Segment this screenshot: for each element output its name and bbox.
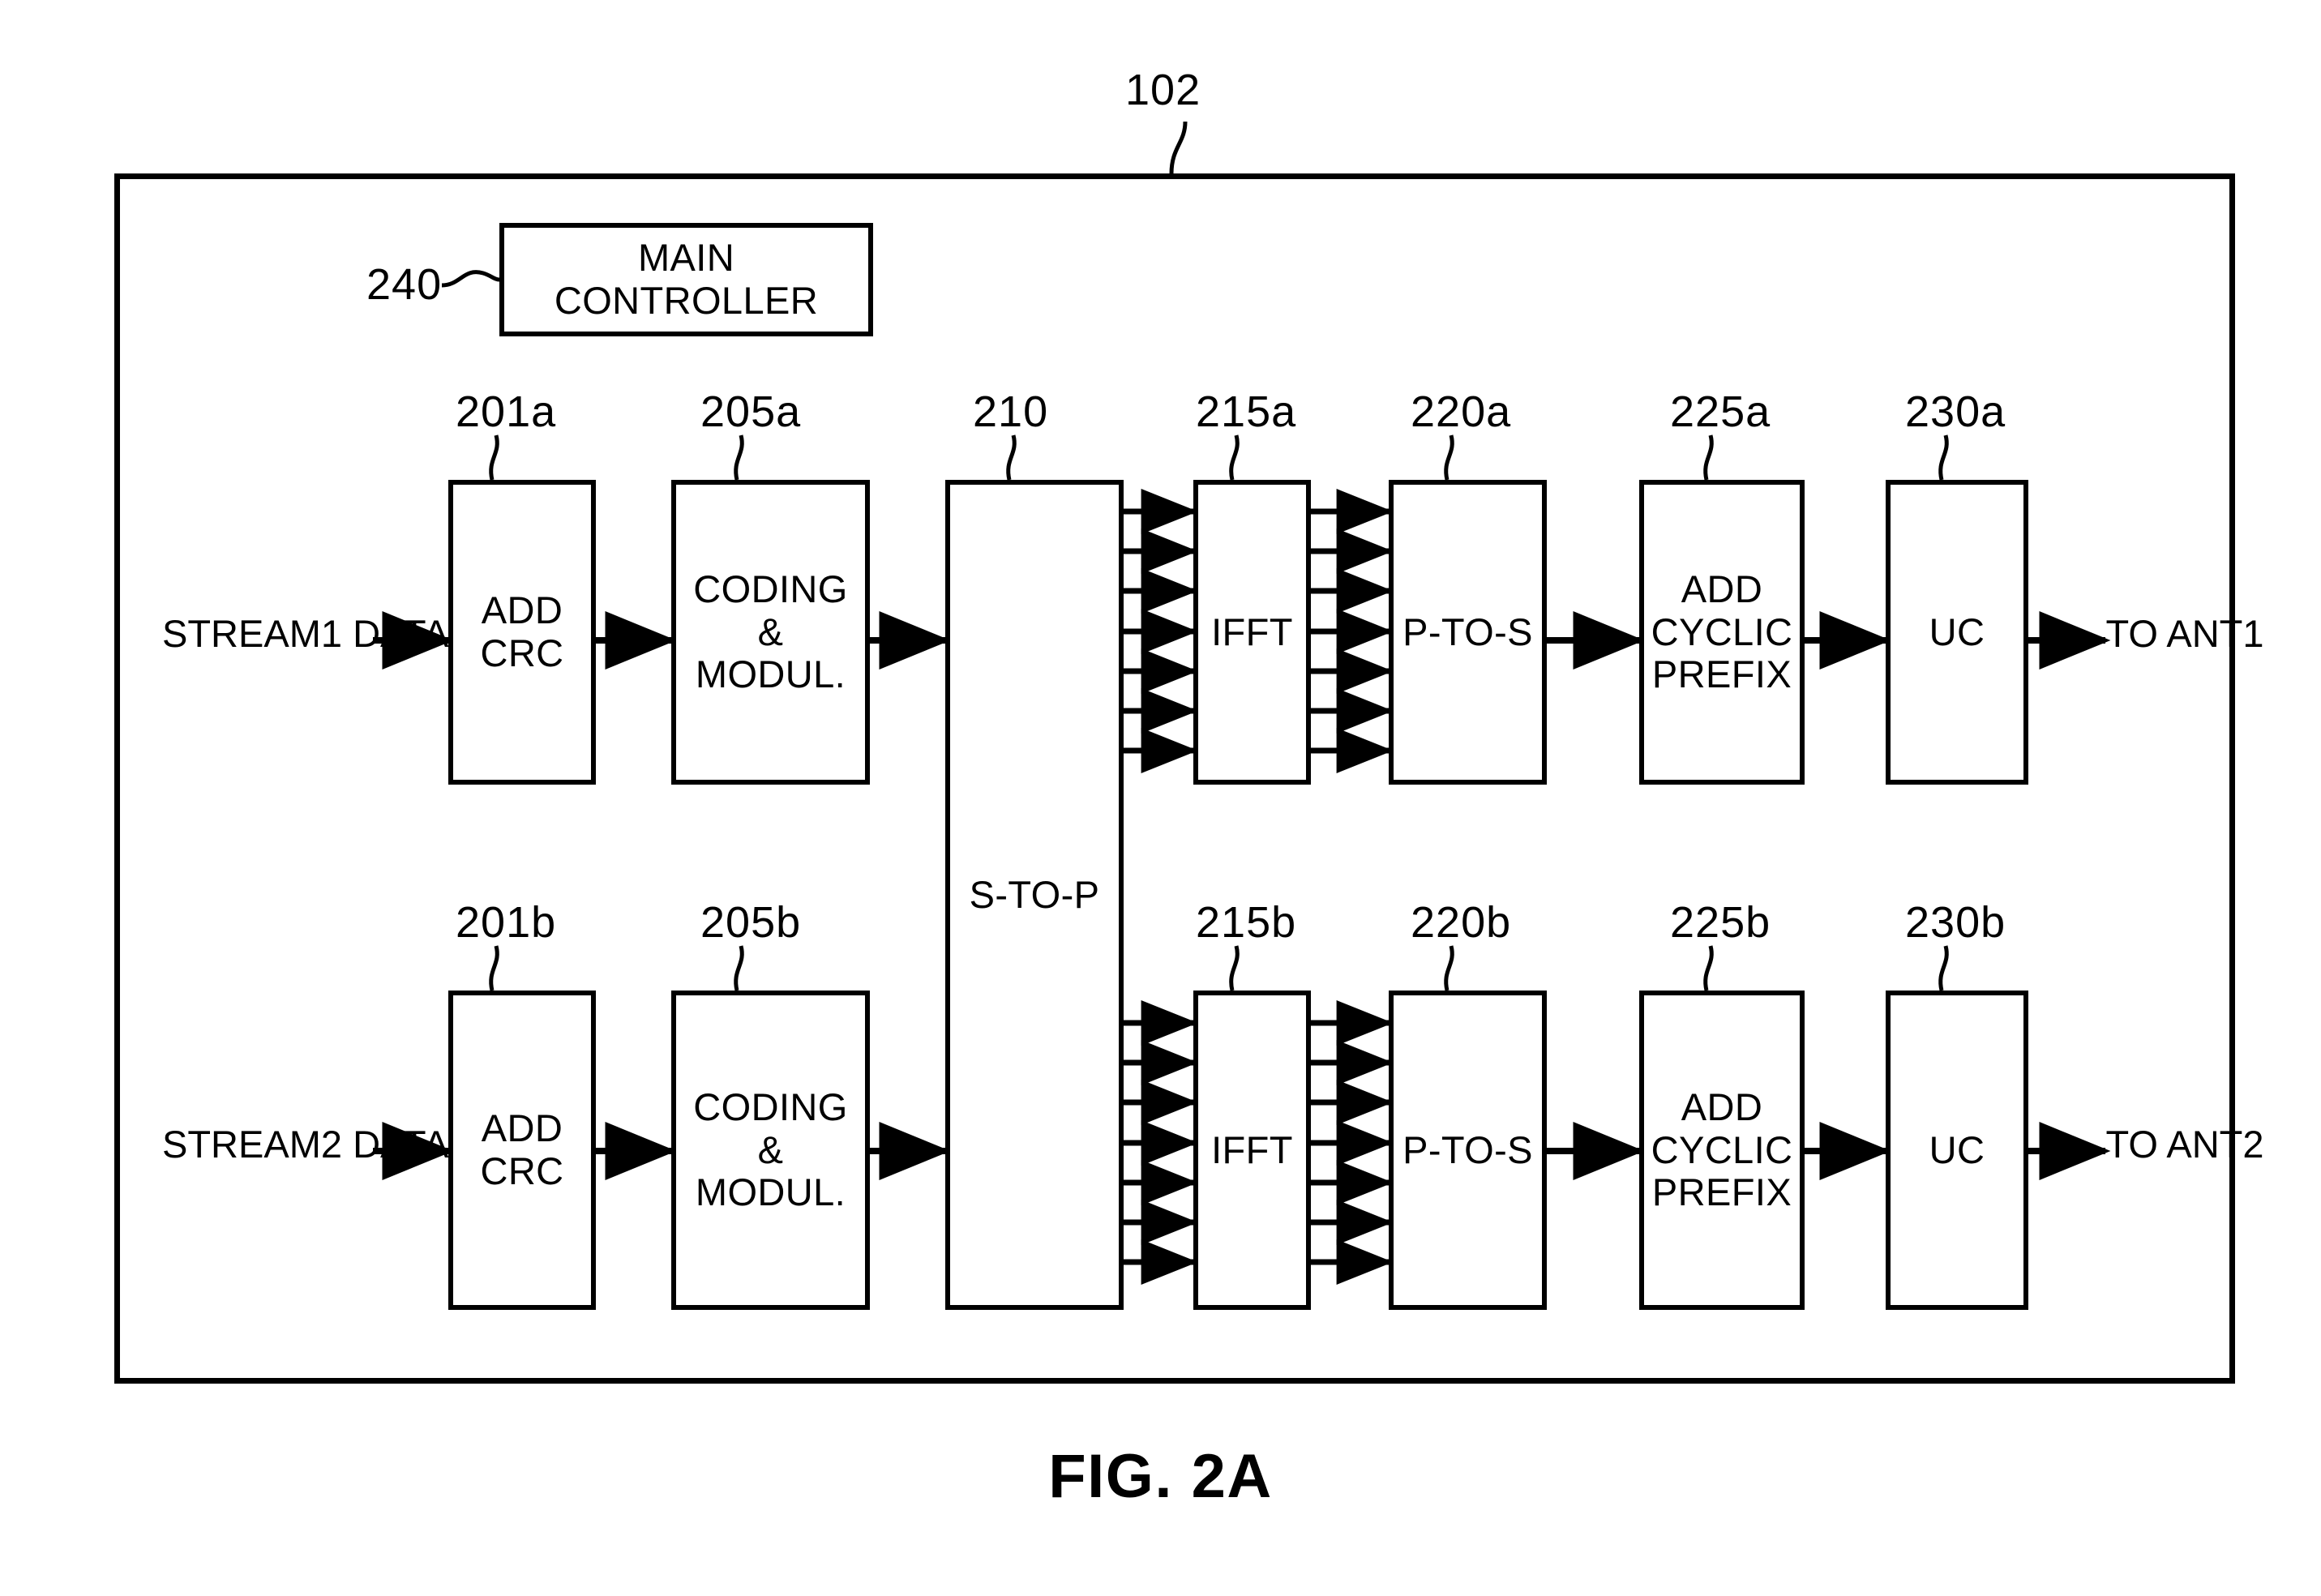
ref-205b: 205b: [700, 898, 802, 947]
cyclic-a-line3: PREFIX: [1651, 653, 1792, 696]
ref-230b: 230b: [1905, 898, 2006, 947]
up-converter-block-b[interactable]: UC: [1886, 991, 2028, 1310]
stream1-input-label: STREAM1 DATA: [162, 612, 448, 656]
coding-b-line1: CODING: [693, 1085, 848, 1129]
coding-b-line3: MODUL.: [695, 1170, 846, 1214]
main-controller-label: MAIN CONTROLLER: [554, 236, 819, 322]
p-to-s-block-b[interactable]: P-TO-S: [1389, 991, 1547, 1310]
uc-b-label: UC: [1929, 1127, 1985, 1171]
figure-canvas: 102 240 MAIN CONTROLLER 210 S-TO-P STREA…: [0, 0, 2321, 1596]
cyclic-b-line1: ADD: [1681, 1085, 1763, 1129]
ref-201b: 201b: [456, 898, 557, 947]
cyclic-b-line2: CYCLIC: [1651, 1127, 1793, 1171]
ref-220b: 220b: [1411, 898, 1512, 947]
ant2-line1: TO: [2105, 1123, 2158, 1166]
stream2-input-label: STREAM2 DATA: [162, 1123, 448, 1166]
s-to-p-label: S-TO-P: [969, 872, 1100, 916]
ant1-output-label: TO ANT1: [2096, 612, 2274, 656]
add-crc-b-line1: ADD: [481, 1106, 563, 1150]
ifft-a-label: IFFT: [1211, 610, 1293, 653]
cyclic-a-line2: CYCLIC: [1651, 610, 1793, 653]
ifft-block-a[interactable]: IFFT: [1193, 480, 1311, 785]
uc-a-label: UC: [1929, 610, 1985, 653]
ifft-block-b[interactable]: IFFT: [1193, 991, 1311, 1310]
ref-205a: 205a: [700, 387, 802, 436]
stream2-line2: DATA: [353, 1123, 449, 1166]
ref-215b: 215b: [1196, 898, 1297, 947]
figure-caption: FIG. 2A: [1048, 1442, 1273, 1511]
coding-b-line2: &: [757, 1127, 784, 1171]
coding-a-line3: MODUL.: [695, 653, 846, 696]
add-crc-a-line1: ADD: [481, 588, 563, 632]
s-to-p-block[interactable]: S-TO-P: [945, 480, 1124, 1310]
ref-240: 240: [366, 260, 443, 309]
ant1-line1: TO: [2105, 612, 2158, 655]
ref-230a: 230a: [1905, 387, 2006, 436]
ant2-output-label: TO ANT2: [2096, 1123, 2274, 1166]
coding-a-line2: &: [757, 610, 784, 653]
ref-225a: 225a: [1670, 387, 1771, 436]
up-converter-block-a[interactable]: UC: [1886, 480, 2028, 785]
add-cyclic-prefix-block-a[interactable]: ADD CYCLIC PREFIX: [1639, 480, 1805, 785]
ref-102: 102: [1125, 66, 1201, 114]
stream1-line1: STREAM1: [162, 612, 342, 655]
p-to-s-b-label: P-TO-S: [1402, 1127, 1533, 1171]
ref-225b: 225b: [1670, 898, 1771, 947]
ref-220a: 220a: [1411, 387, 1512, 436]
cyclic-a-line1: ADD: [1681, 567, 1763, 611]
coding-modulation-block-b[interactable]: CODING & MODUL.: [671, 991, 870, 1310]
cyclic-b-line3: PREFIX: [1651, 1170, 1792, 1214]
coding-modulation-block-a[interactable]: CODING & MODUL.: [671, 480, 870, 785]
p-to-s-block-a[interactable]: P-TO-S: [1389, 480, 1547, 785]
ref-215a: 215a: [1196, 387, 1297, 436]
add-crc-block-a[interactable]: ADD CRC: [448, 480, 596, 785]
ant1-line2: ANT1: [2166, 612, 2264, 655]
p-to-s-a-label: P-TO-S: [1402, 610, 1533, 653]
add-crc-b-line2: CRC: [480, 1149, 564, 1192]
ref-210: 210: [973, 387, 1049, 436]
add-cyclic-prefix-block-b[interactable]: ADD CYCLIC PREFIX: [1639, 991, 1805, 1310]
main-controller-block[interactable]: MAIN CONTROLLER: [499, 223, 873, 336]
leader-102: [1169, 121, 1188, 174]
add-crc-block-b[interactable]: ADD CRC: [448, 991, 596, 1310]
coding-a-line1: CODING: [693, 567, 848, 611]
ref-201a: 201a: [456, 387, 557, 436]
add-crc-a-line2: CRC: [480, 631, 564, 674]
stream1-line2: DATA: [353, 612, 449, 655]
ant2-line2: ANT2: [2166, 1123, 2264, 1166]
stream2-line1: STREAM2: [162, 1123, 342, 1166]
ifft-b-label: IFFT: [1211, 1127, 1293, 1171]
